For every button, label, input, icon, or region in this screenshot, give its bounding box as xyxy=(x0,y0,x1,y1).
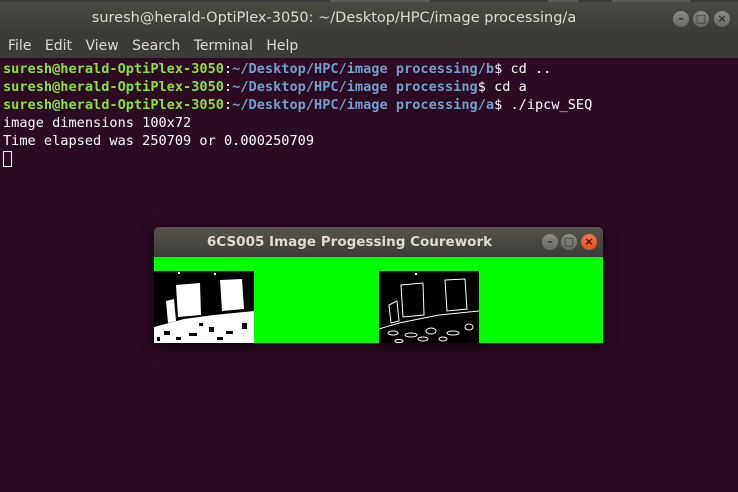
prompt-path: ~/Desktop/HPC/image processing/b xyxy=(232,61,495,77)
binary-image-pane xyxy=(154,271,254,343)
image-window-title: 6CS005 Image Progessing Courework xyxy=(206,234,493,250)
terminal-menubar: File Edit View Search Terminal Help xyxy=(0,34,738,58)
image-window-titlebar[interactable]: 6CS005 Image Progessing Courework – □ × xyxy=(154,227,603,257)
menu-file[interactable]: File xyxy=(8,38,31,54)
prompt-line: suresh@herald-OptiPlex-3050:~/Desktop/HP… xyxy=(3,79,527,95)
terminal-title: suresh@herald-OptiPlex-3050: ~/Desktop/H… xyxy=(91,10,577,26)
edge-image xyxy=(379,271,479,343)
prompt-line: suresh@herald-OptiPlex-3050:~/Desktop/HP… xyxy=(3,97,593,113)
close-icon[interactable]: × xyxy=(714,11,730,27)
prompt-line: suresh@herald-OptiPlex-3050:~/Desktop/HP… xyxy=(3,61,552,77)
output-line: image dimensions 100x72 xyxy=(3,115,192,131)
prompt-path: ~/Desktop/HPC/image processing xyxy=(232,79,478,95)
prompt-command: $ ./ipcw_SEQ xyxy=(494,97,593,113)
minimize-icon[interactable]: – xyxy=(542,234,558,250)
maximize-icon[interactable]: □ xyxy=(693,11,709,27)
menu-help[interactable]: Help xyxy=(266,38,298,54)
prompt-command: $ cd a xyxy=(477,79,527,95)
menu-view[interactable]: View xyxy=(85,38,118,54)
binary-image xyxy=(154,271,254,343)
prompt-user: suresh@herald-OptiPlex-3050 xyxy=(3,97,224,113)
prompt-user: suresh@herald-OptiPlex-3050 xyxy=(3,61,224,77)
maximize-icon[interactable]: □ xyxy=(561,234,577,250)
terminal-titlebar[interactable]: suresh@herald-OptiPlex-3050: ~/Desktop/H… xyxy=(0,2,738,34)
prompt-user: suresh@herald-OptiPlex-3050 xyxy=(3,79,224,95)
prompt-path: ~/Desktop/HPC/image processing/a xyxy=(232,97,495,113)
image-window[interactable]: 6CS005 Image Progessing Courework – □ × xyxy=(154,227,603,343)
menu-edit[interactable]: Edit xyxy=(45,38,72,54)
cursor-line xyxy=(3,150,738,168)
edge-image-pane xyxy=(379,271,479,343)
close-icon[interactable]: × xyxy=(581,234,597,250)
text-cursor xyxy=(3,151,12,167)
menu-search[interactable]: Search xyxy=(132,38,180,54)
prompt-command: $ cd .. xyxy=(494,61,552,77)
image-canvas xyxy=(154,257,603,343)
menu-terminal[interactable]: Terminal xyxy=(194,38,253,54)
output-line: Time elapsed was 250709 or 0.000250709 xyxy=(3,133,314,149)
minimize-icon[interactable]: – xyxy=(673,11,689,27)
